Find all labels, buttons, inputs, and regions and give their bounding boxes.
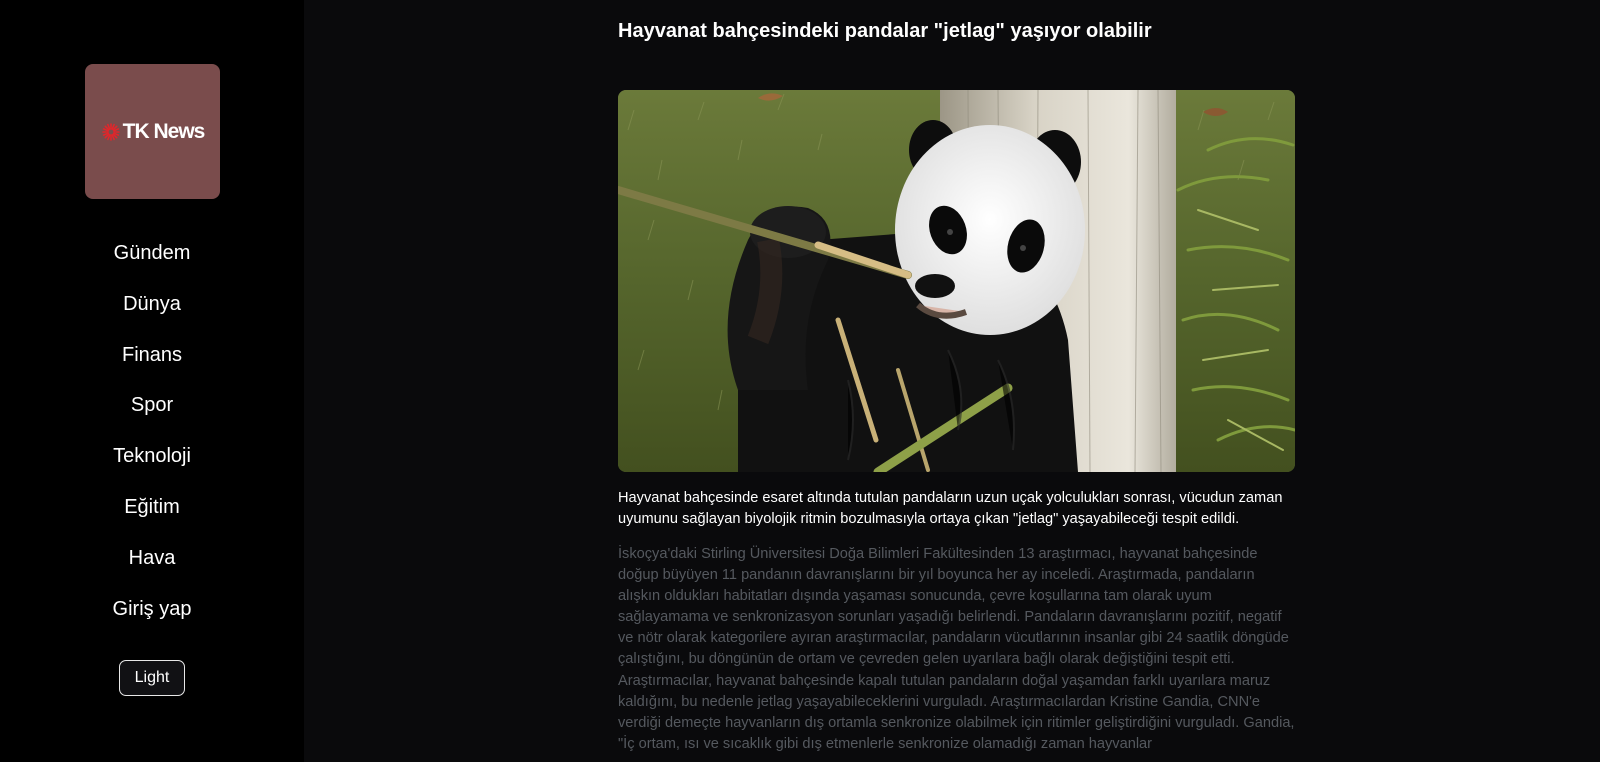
nav-item-gundem[interactable]: Gündem — [0, 236, 304, 287]
nav-item-teknoloji[interactable]: Teknoloji — [0, 439, 304, 490]
nav-item-dunya[interactable]: Dünya — [0, 287, 304, 338]
logo-content: TK News — [101, 120, 205, 144]
logo-text: TK News — [122, 119, 206, 143]
main-nav: Gündem Dünya Finans Spor Teknoloji Eğiti… — [0, 236, 304, 642]
article-summary: Hayvanat bahçesinde esaret altında tutul… — [618, 490, 1283, 527]
site-logo[interactable]: TK News — [85, 64, 220, 199]
article-body: İskoçya'daki Stirling Üniversitesi Doğa … — [618, 546, 1295, 752]
article-title: Hayvanat bahçesindeki pandalar "jetlag" … — [618, 20, 1152, 42]
nav-item-egitim[interactable]: Eğitim — [0, 490, 304, 541]
nav-item-spor[interactable]: Spor — [0, 388, 304, 439]
nav-item-hava[interactable]: Hava — [0, 541, 304, 592]
sidebar: TK News Gündem Dünya Finans Spor Teknolo… — [0, 0, 304, 762]
theme-toggle-button[interactable]: Light — [119, 660, 185, 696]
panda-photo-icon — [618, 90, 1295, 472]
nav-item-giris-yap[interactable]: Giriş yap — [0, 592, 304, 643]
nav-item-finans[interactable]: Finans — [0, 338, 304, 389]
article-image — [618, 90, 1295, 472]
logo-burst-icon — [101, 122, 120, 141]
